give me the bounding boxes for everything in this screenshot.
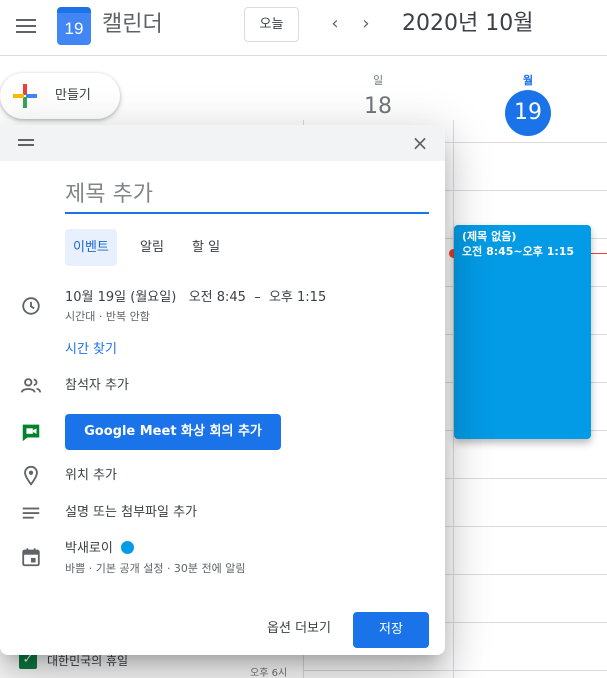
grid-line [303, 670, 607, 671]
save-button[interactable]: 저장 [353, 612, 429, 648]
close-icon[interactable]: × [408, 131, 432, 155]
quick-event-dialog: × 이벤트 알림 할 일 10월 19일 (월요일) 오전 8:45 – 오후 … [0, 125, 445, 655]
add-description[interactable]: 설명 또는 첨부파일 추가 [65, 504, 197, 522]
tab-event[interactable]: 이벤트 [65, 229, 117, 266]
calendar-color-dot [120, 541, 134, 554]
day-header-monday[interactable]: 월 19 [453, 56, 603, 136]
add-guests[interactable]: 참석자 추가 [65, 377, 129, 395]
calendar-settings-summary[interactable]: 바쁨 · 기본 공개 설정 · 30분 전에 알림 [65, 561, 246, 576]
timezone-repeat-info[interactable]: 시간대 · 반복 안함 [65, 309, 150, 324]
drag-handle-icon[interactable] [18, 139, 34, 147]
calendar-selector[interactable]: 박새로이 [65, 540, 134, 558]
current-month-title: 2020년 10월 [402, 11, 534, 36]
main-menu-icon[interactable] [14, 14, 38, 38]
draft-event[interactable]: (제목 없음) 오전 8:45~오후 1:15 [454, 225, 591, 439]
calendar-icon [22, 548, 40, 567]
google-meet-icon [22, 424, 40, 442]
create-button[interactable]: 만들기 [0, 73, 120, 119]
event-title-input[interactable] [65, 180, 429, 214]
add-location[interactable]: 위치 추가 [65, 467, 117, 485]
day-of-week: 일 [372, 74, 384, 87]
more-options-button[interactable]: 옵션 더보기 [253, 611, 345, 647]
top-app-bar: 19 캘린더 오늘 ‹ › 2020년 10월 [0, 0, 607, 56]
event-datetime[interactable]: 10월 19일 (월요일) 오전 8:45 – 오후 1:15 [65, 289, 326, 307]
create-button-label: 만들기 [55, 88, 91, 103]
event-title: (제목 없음) [462, 230, 517, 243]
today-button[interactable]: 오늘 [244, 7, 299, 42]
clock-icon [22, 297, 40, 315]
next-period-icon[interactable]: › [354, 12, 378, 36]
tab-task[interactable]: 할 일 [184, 229, 228, 266]
hour-label: 오후 6시 [250, 668, 288, 678]
location-pin-icon [24, 465, 38, 486]
tab-reminder[interactable]: 알림 [132, 229, 172, 266]
find-time-link[interactable]: 시간 찾기 [65, 341, 117, 359]
day-header-sunday[interactable]: 일 18 [303, 56, 453, 119]
logo-day: 19 [57, 13, 91, 45]
previous-period-icon[interactable]: ‹ [323, 12, 347, 36]
calendar-owner-name: 박새로이 [65, 541, 113, 556]
day-of-week: 월 [522, 74, 534, 87]
app-title: 캘린더 [102, 12, 163, 37]
day-number: 18 [364, 94, 392, 119]
today-day-number: 19 [505, 90, 551, 136]
add-google-meet-button[interactable]: Google Meet 화상 회의 추가 [65, 414, 281, 450]
calendar-app: 19 캘린더 오늘 ‹ › 2020년 10월 만들기 일 18 월 19 (제… [0, 0, 607, 678]
calendar-logo: 19 [57, 7, 91, 45]
people-icon [20, 378, 42, 393]
event-time: 오전 8:45~오후 1:15 [462, 245, 575, 258]
plus-icon [13, 84, 37, 108]
dialog-header: × [0, 125, 445, 161]
description-icon [22, 507, 40, 519]
